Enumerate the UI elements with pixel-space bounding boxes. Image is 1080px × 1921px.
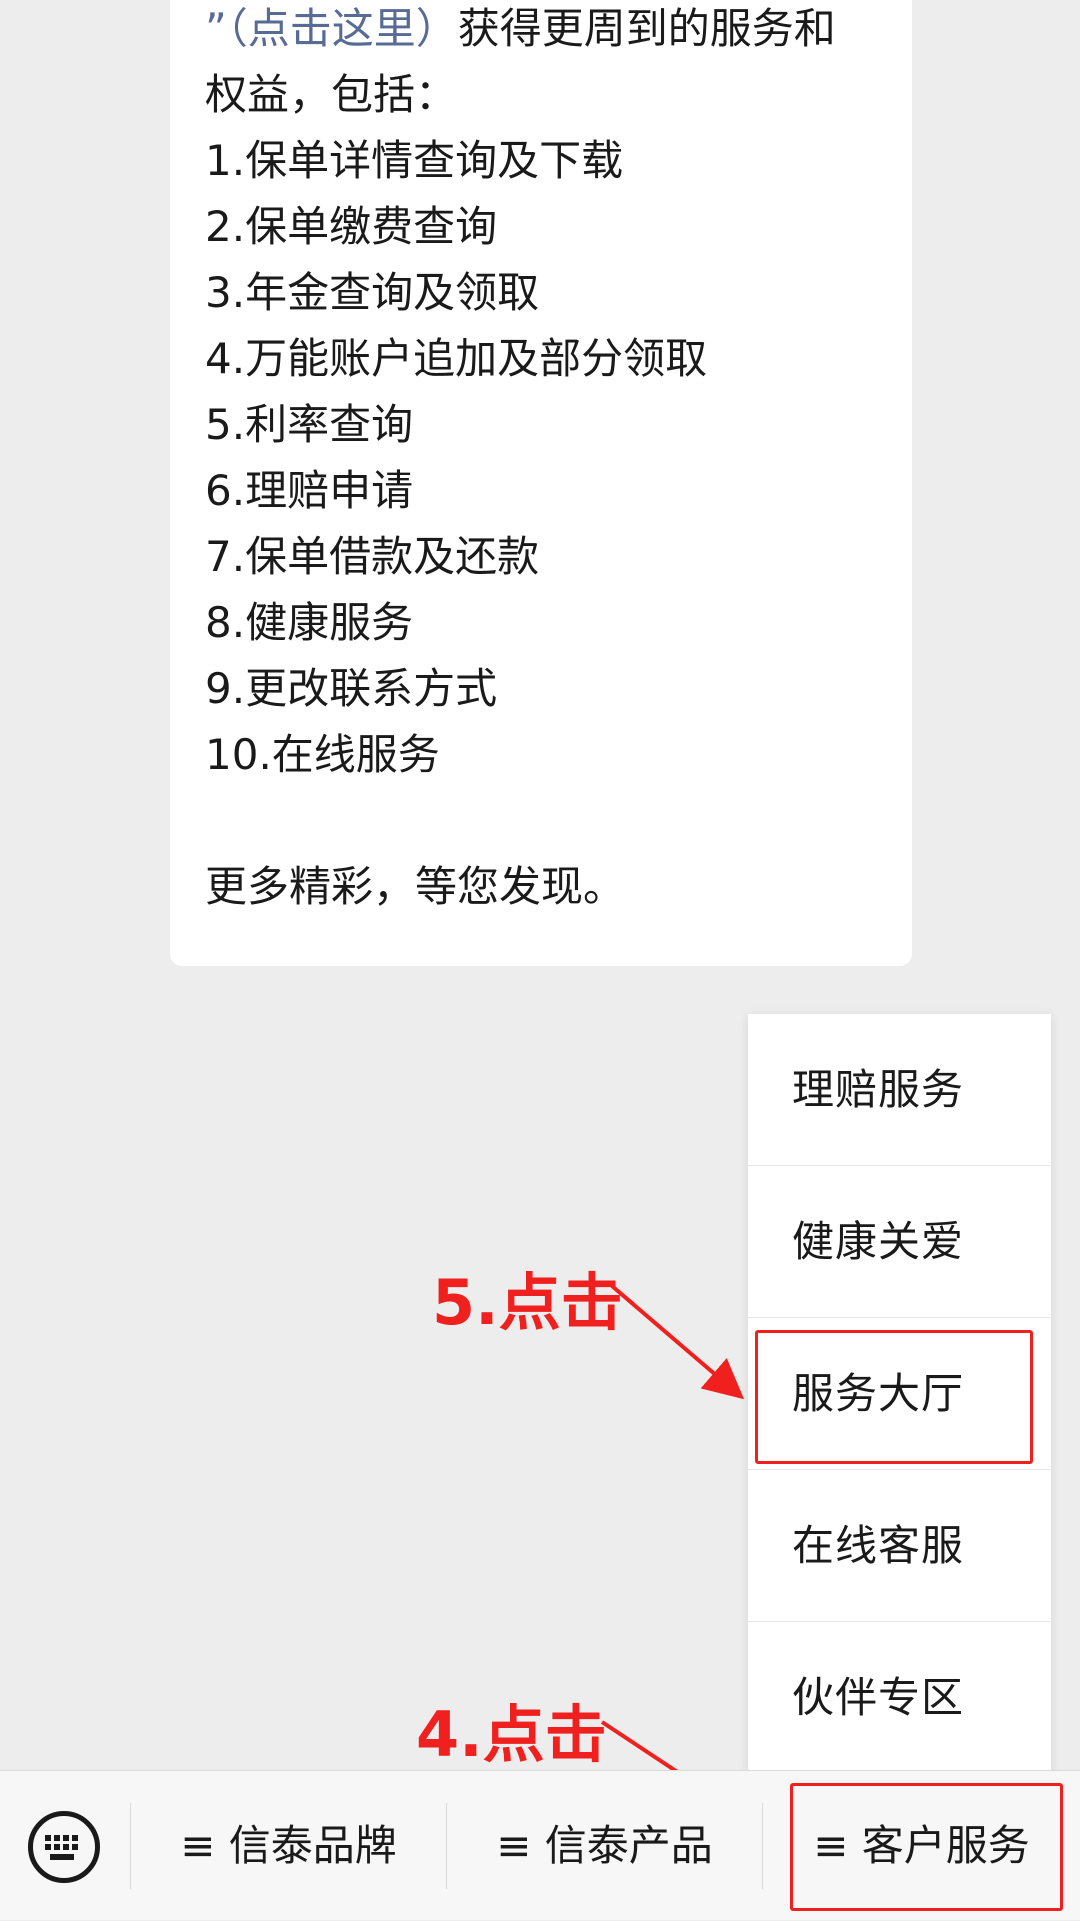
message-text-segment: 8.健康服务	[205, 598, 414, 647]
message-line: 8.健康服务	[205, 590, 836, 656]
message-text-segment: 2.保单缴费查询	[205, 202, 498, 251]
step5-arrow	[610, 1284, 745, 1400]
message-line: 权益，包括：	[205, 62, 836, 128]
submenu-item-health-care[interactable]: 健康关爱	[748, 1166, 1051, 1318]
message-line: 9.更改联系方式	[205, 656, 836, 722]
message-text-segment: 4.万能账户追加及部分领取	[205, 334, 708, 383]
message-text-segment: 7.保单借款及还款	[205, 532, 540, 581]
binding-link[interactable]: ”（点击这里）	[205, 4, 458, 53]
submenu-item-service-hall[interactable]: 服务大厅	[748, 1318, 1051, 1470]
customer-service-submenu: 理赔服务 健康关爱 服务大厅 在线客服 伙伴专区	[748, 1014, 1051, 1774]
bottom-menu-bar: ≡ 信泰品牌 ≡ 信泰产品 ≡ 客户服务	[0, 1770, 1080, 1920]
message-text-segment: 9.更改联系方式	[205, 664, 498, 713]
message-text-segment: 10.在线服务	[205, 730, 440, 779]
message-line: 更多精彩，等您发现。	[205, 854, 836, 920]
message-line: ”（点击这里）获得更周到的服务和	[205, 0, 836, 62]
submenu-item-claims[interactable]: 理赔服务	[748, 1014, 1051, 1166]
message-line: 3.年金查询及领取	[205, 260, 836, 326]
message-text-segment: 权益，包括：	[205, 70, 458, 119]
message-line: 1.保单详情查询及下载	[205, 128, 836, 194]
message-text-segment: 5.利率查询	[205, 400, 414, 449]
step5-annotation: 5.点击	[432, 1266, 623, 1339]
message-line: 2.保单缴费查询	[205, 194, 836, 260]
message-line	[205, 788, 836, 854]
message-text-segment: 更多精彩，等您发现。	[205, 862, 626, 911]
message-line: 5.利率查询	[205, 392, 836, 458]
message-text-segment: 获得更周到的服务和	[457, 4, 836, 53]
message-line: 10.在线服务	[205, 722, 836, 788]
message-line: 6.理赔申请	[205, 458, 836, 524]
tab-customer-service[interactable]: ≡ 客户服务	[763, 1771, 1080, 1921]
chat-message-bubble: 投保我司产品，即到“认证绑定”（点击这里）获得更周到的服务和权益，包括：1.保单…	[170, 0, 912, 966]
message-text-segment: 3.年金查询及领取	[205, 268, 540, 317]
submenu-item-partner-zone[interactable]: 伙伴专区	[748, 1622, 1051, 1774]
tab-xintai-products[interactable]: ≡ 信泰产品	[447, 1771, 762, 1921]
keyboard-icon[interactable]	[28, 1811, 100, 1883]
submenu-item-online-support[interactable]: 在线客服	[748, 1470, 1051, 1622]
step4-annotation: 4.点击	[416, 1698, 607, 1771]
chat-message-text: 投保我司产品，即到“认证绑定”（点击这里）获得更周到的服务和权益，包括：1.保单…	[205, 0, 836, 920]
message-line: 4.万能账户追加及部分领取	[205, 326, 836, 392]
message-line: 7.保单借款及还款	[205, 524, 836, 590]
message-text-segment: 6.理赔申请	[205, 466, 414, 515]
tab-xintai-brand[interactable]: ≡ 信泰品牌	[131, 1771, 446, 1921]
message-text-segment: 1.保单详情查询及下载	[205, 136, 624, 185]
